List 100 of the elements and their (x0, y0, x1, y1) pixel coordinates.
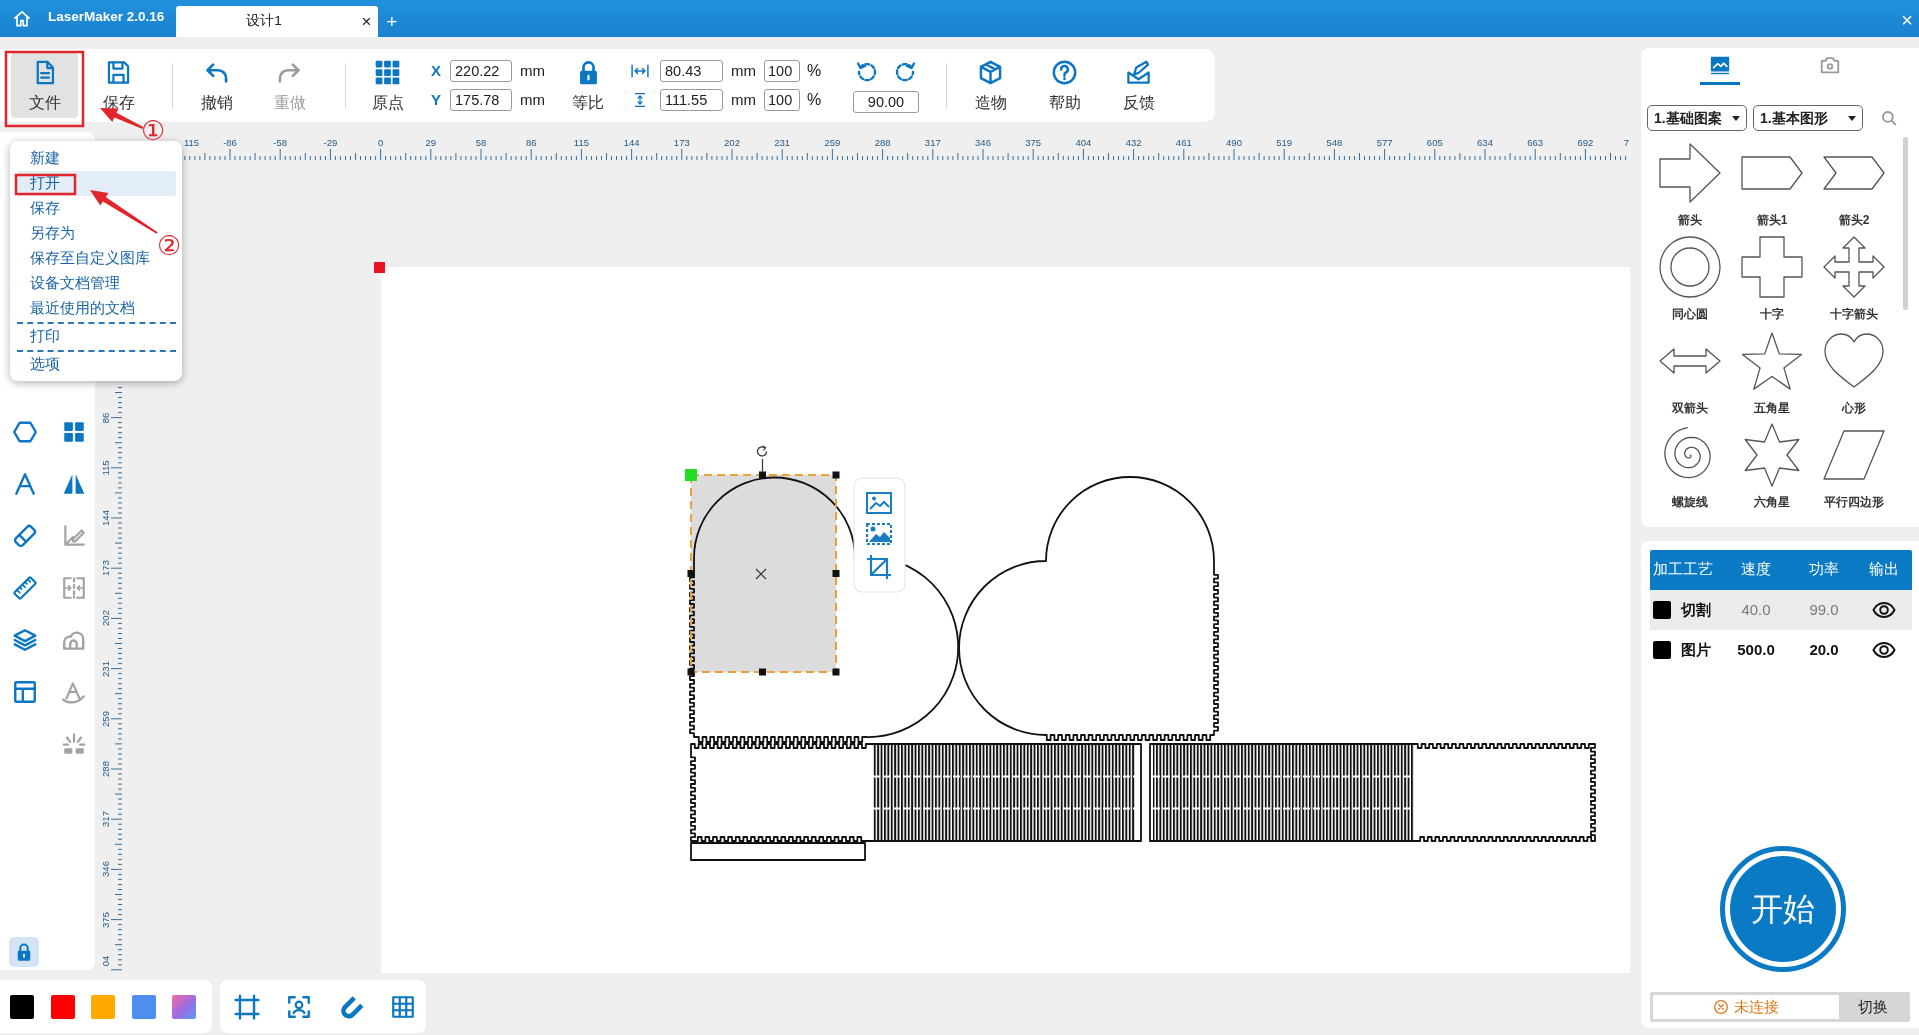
image-trace-icon[interactable] (867, 524, 891, 544)
ruler-label: 519 (1276, 138, 1293, 148)
shape-item[interactable]: 十字 (1731, 235, 1813, 325)
category-dropdown[interactable]: 1.基本图形 (1753, 105, 1863, 131)
resize-handle[interactable] (759, 471, 766, 479)
ruler-label: 231 (101, 660, 111, 677)
color-swatch[interactable] (1653, 601, 1671, 619)
switch-button[interactable]: 切换 (1839, 995, 1907, 1019)
shape-item[interactable]: 螺旋线 (1649, 423, 1731, 513)
menu-item[interactable]: 设备文档管理 (17, 271, 124, 296)
y-position-field[interactable]: 175.78 (450, 89, 512, 111)
resize-handle[interactable] (832, 668, 840, 676)
save-button[interactable]: 保存 (85, 53, 152, 118)
eye-icon[interactable] (1872, 642, 1896, 658)
resize-handle[interactable] (759, 668, 766, 676)
color-swatch[interactable] (10, 994, 34, 1019)
ruler-label: 144 (623, 138, 640, 148)
heart-half-outline[interactable] (958, 476, 1219, 741)
shape-item[interactable]: 心形 (1813, 329, 1895, 419)
resize-handle[interactable] (832, 570, 840, 577)
hinge-strip-outline[interactable] (690, 743, 1142, 842)
ruler-label: 259 (101, 710, 111, 727)
angle-field[interactable]: 90.00 (853, 90, 919, 113)
x-position-field[interactable]: 220.22 (450, 60, 512, 82)
origin-button[interactable]: 原点 (354, 53, 421, 118)
scrollbar-thumb[interactable] (1903, 137, 1908, 310)
menu-item[interactable]: 保存 (17, 196, 64, 221)
shape-item[interactable]: 箭头2 (1813, 141, 1895, 231)
ruler-label: 29 (425, 138, 437, 148)
scale-field[interactable]: 100 (764, 60, 800, 82)
anchor-handle[interactable] (685, 469, 697, 481)
resize-handle[interactable] (687, 570, 695, 577)
four-way-arrow-icon (1822, 235, 1886, 299)
frame-icon[interactable] (234, 993, 260, 1020)
resize-handle[interactable] (687, 668, 695, 676)
hexagon-icon[interactable] (11, 419, 38, 445)
layer-row[interactable]: 切割 40.0 99.0 (1650, 590, 1912, 630)
height-field[interactable]: 111.55 (660, 89, 723, 111)
scale-field[interactable]: 100 (764, 89, 800, 111)
cube-icon (977, 59, 1004, 86)
base-strip-outline[interactable] (690, 842, 866, 861)
caret-icon (1848, 115, 1856, 121)
hinge-strip-outline[interactable] (1149, 743, 1596, 842)
layout-icon[interactable] (11, 679, 38, 705)
width-field[interactable]: 80.43 (660, 60, 723, 82)
ruler-label: 548 (1326, 138, 1343, 148)
menu-item[interactable]: 选项 (17, 352, 64, 377)
photo-placeholder[interactable] (690, 474, 837, 673)
new-tab-button[interactable]: + (386, 12, 398, 31)
file-button[interactable]: 文件 (11, 53, 78, 118)
unit-label: mm (731, 60, 756, 81)
shape-item[interactable]: 同心圆 (1649, 235, 1731, 325)
eraser-icon[interactable] (11, 523, 38, 549)
start-button[interactable]: 开始 (1720, 846, 1846, 972)
search-icon[interactable] (1880, 109, 1898, 127)
shape-item[interactable]: 五角星 (1731, 329, 1813, 419)
menu-item[interactable]: 另存为 (17, 221, 79, 246)
undo-button[interactable]: 撤销 (183, 53, 250, 118)
color-swatch[interactable] (91, 994, 115, 1019)
shape-item[interactable]: 十字箭头 (1813, 235, 1895, 325)
close-button[interactable]: × (1901, 10, 1913, 30)
gradient-swatch[interactable] (172, 994, 196, 1019)
picture-icon[interactable] (867, 493, 891, 513)
grid-icon[interactable] (390, 993, 416, 1020)
proportional-lock-button[interactable]: 等比 (561, 53, 615, 118)
tab-close-button[interactable]: × (361, 13, 372, 30)
feedback-button[interactable]: 反馈 (1105, 53, 1172, 118)
magnet-icon[interactable] (338, 993, 364, 1020)
resize-handle[interactable] (832, 471, 840, 479)
ruler-label: 0 (377, 138, 384, 148)
menu-item[interactable]: 保存至自定义图库 (17, 246, 154, 271)
menu-item[interactable]: 打印 (17, 324, 64, 349)
shape-item[interactable]: 双箭头 (1649, 329, 1731, 419)
focus-frame-icon[interactable] (286, 993, 312, 1020)
document-tab[interactable]: 设计1 × (176, 6, 379, 37)
color-swatch[interactable] (1653, 641, 1671, 659)
shape-item[interactable]: 箭头 (1649, 141, 1731, 231)
rotate-handle-icon[interactable] (756, 445, 768, 473)
shape-item[interactable]: 六角星 (1731, 423, 1813, 513)
color-swatch[interactable] (50, 994, 75, 1019)
menu-item[interactable]: 打开 (17, 171, 176, 196)
category-dropdown[interactable]: 1.基础图案 (1647, 105, 1747, 131)
menu-item[interactable]: 新建 (17, 146, 64, 171)
ruler-icon[interactable] (11, 575, 38, 601)
eye-icon[interactable] (1872, 602, 1896, 618)
color-swatch[interactable] (131, 994, 156, 1019)
column-header: 速度 (1740, 560, 1772, 580)
shape-item[interactable]: 箭头1 (1731, 141, 1813, 231)
build-button[interactable]: 造物 (957, 53, 1024, 118)
home-icon[interactable] (12, 9, 32, 29)
ruler-label: 461 (1175, 138, 1192, 148)
layers-icon[interactable] (11, 627, 38, 653)
shape-item[interactable]: 平行四边形 (1813, 423, 1895, 513)
crop-icon[interactable] (867, 555, 891, 579)
ruler-label: -86 (223, 138, 237, 148)
table-cell-text: 500.0 (1736, 639, 1776, 660)
menu-item[interactable]: 最近使用的文档 (17, 296, 139, 321)
heart-half-outline[interactable] (689, 476, 959, 743)
lock-button[interactable] (9, 937, 39, 967)
help-button[interactable]: 帮助 (1031, 53, 1098, 118)
